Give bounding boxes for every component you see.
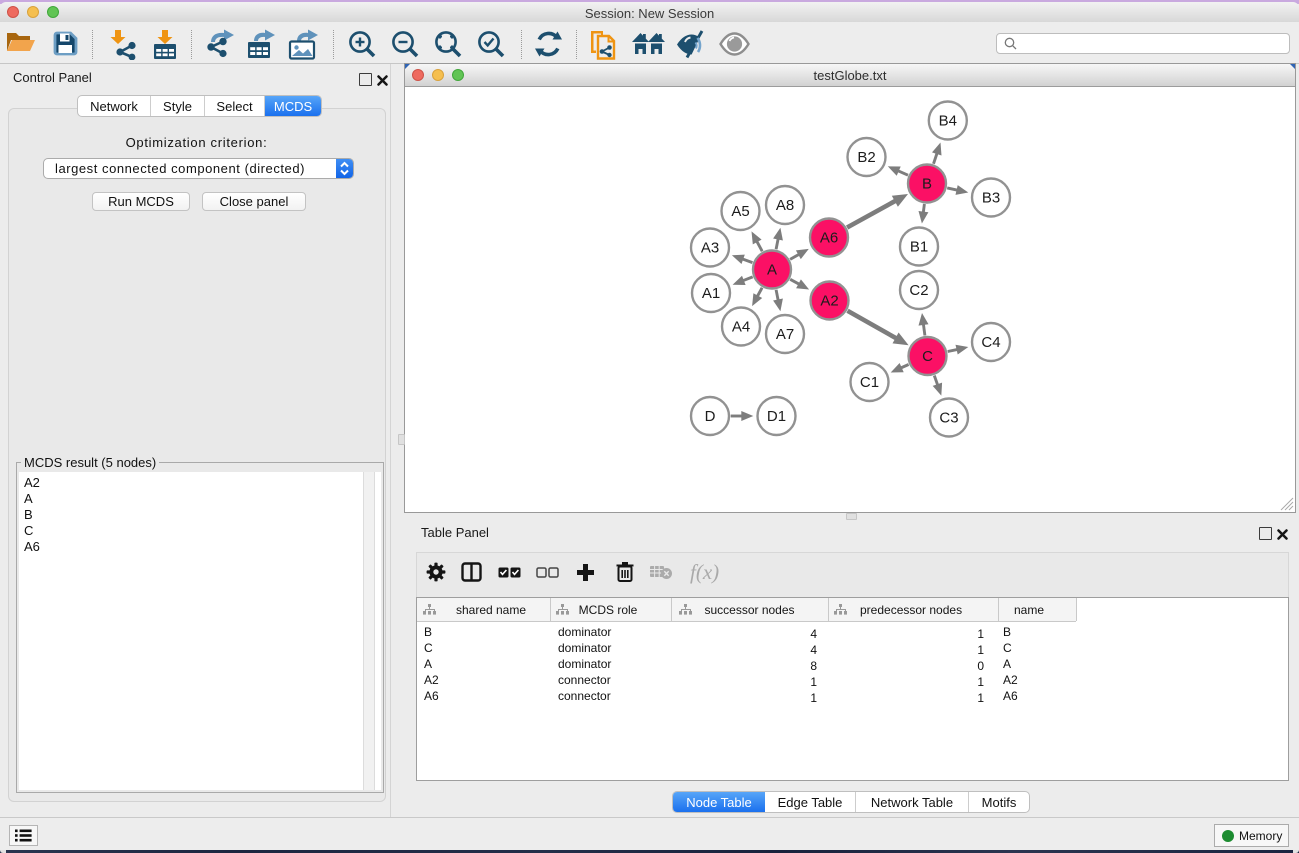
svg-text:C: C [922,348,933,365]
svg-text:A8: A8 [776,197,794,214]
svg-text:B4: B4 [939,113,957,130]
svg-text:A: A [767,262,777,279]
svg-text:A7: A7 [776,326,794,343]
svg-text:C2: C2 [909,282,928,299]
svg-text:A5: A5 [731,203,749,220]
svg-text:A3: A3 [701,240,719,257]
svg-text:C3: C3 [939,410,958,427]
svg-text:B3: B3 [982,190,1000,207]
svg-text:D1: D1 [767,408,786,425]
svg-text:D: D [705,408,716,425]
svg-text:B2: B2 [857,149,875,166]
svg-text:A4: A4 [732,319,750,336]
svg-text:C4: C4 [981,334,1000,351]
svg-text:A6: A6 [820,230,838,247]
svg-text:B: B [922,176,932,193]
svg-text:A2: A2 [820,293,838,310]
svg-text:A1: A1 [702,285,720,302]
svg-text:C1: C1 [860,374,879,391]
svg-text:B1: B1 [910,239,928,256]
